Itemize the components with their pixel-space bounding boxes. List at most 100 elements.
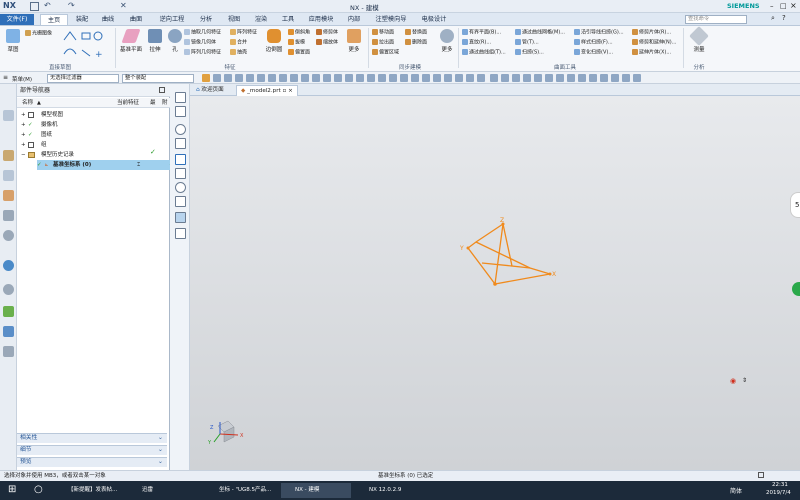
sketch-button[interactable]: 草图: [2, 29, 24, 53]
datum-csys-graphic[interactable]: X Z Y X Z Y: [190, 96, 800, 470]
maximize-panel-icon[interactable]: [159, 87, 165, 93]
tree-row-model-history[interactable]: − 模型历史记录: [17, 150, 170, 160]
clock-icon[interactable]: [3, 284, 14, 295]
through-curves-button[interactable]: 通过曲线组(T)...: [462, 49, 506, 57]
select-tool-icon[interactable]: [213, 74, 221, 82]
section-preview[interactable]: 预览 ⌄: [17, 457, 167, 467]
view-tool-icon[interactable]: [611, 74, 619, 82]
tab-surface[interactable]: 曲面: [124, 14, 148, 25]
extrude-button[interactable]: 拉伸: [144, 29, 166, 53]
expand-icon[interactable]: +: [21, 140, 26, 150]
tab-applications[interactable]: 应用模块: [304, 14, 338, 25]
search-taskbar-icon[interactable]: ○: [34, 484, 43, 495]
windows-start-icon[interactable]: ⊞: [8, 484, 16, 495]
select-tool-icon[interactable]: [268, 74, 276, 82]
select-tool-icon[interactable]: [378, 74, 386, 82]
undo-icon[interactable]: ↶: [44, 1, 51, 10]
select-tool-icon[interactable]: [466, 74, 474, 82]
sketch-curve-tools[interactable]: +: [62, 30, 108, 60]
graphics-window[interactable]: X Z Y X Z Y ◉ ⇕ 5: [190, 96, 800, 470]
floating-assistant-icon[interactable]: [792, 282, 800, 296]
assembly-navigator-icon[interactable]: [3, 110, 14, 121]
type-filter-select[interactable]: 无选择过滤器: [47, 74, 119, 83]
hide-icon[interactable]: [175, 106, 186, 117]
view-tool-icon[interactable]: [490, 74, 498, 82]
tree-row-cameras[interactable]: + ✓ 摄像机: [17, 120, 170, 130]
expand-icon[interactable]: +: [21, 120, 26, 130]
tab-electrode-design[interactable]: 电极设计: [418, 14, 450, 25]
extend-sheet-button[interactable]: 延伸片体(X)...: [632, 49, 671, 57]
tab-view[interactable]: 视图: [223, 14, 245, 25]
select-tool-icon[interactable]: [411, 74, 419, 82]
search-icon[interactable]: ⌕: [771, 14, 775, 23]
taskbar-item-nx-modeling[interactable]: NX - 建模: [281, 483, 351, 498]
close-tab-icon[interactable]: ×: [288, 88, 293, 94]
taskbar-item-forum[interactable]: 【新提醒】发表帖...: [54, 483, 124, 498]
select-tool-icon[interactable]: [389, 74, 397, 82]
save-icon[interactable]: [30, 2, 39, 11]
sweep-along-guide-button[interactable]: 沿引导线扫掠(G)...: [574, 29, 624, 37]
side-badge[interactable]: 5: [790, 192, 800, 218]
feature-more-button[interactable]: 更多: [343, 29, 365, 53]
pattern-geometry-button[interactable]: 阵列几何特征: [184, 49, 221, 57]
view-tool-icon[interactable]: [589, 74, 597, 82]
replace-face-button[interactable]: 替换面: [405, 29, 427, 37]
tree-row-groups[interactable]: + 组: [17, 140, 170, 150]
tab-welcome-page[interactable]: ⌂ 欢迎页面: [192, 85, 228, 96]
visibility-icon[interactable]: [175, 182, 186, 193]
select-tool-icon[interactable]: [246, 74, 254, 82]
view-tool-icon[interactable]: [556, 74, 564, 82]
offset-region-button[interactable]: 偏置区域: [372, 49, 399, 57]
trim-sheet-button[interactable]: 修剪片体(R)...: [632, 29, 671, 37]
window-close-button[interactable]: ×: [790, 1, 797, 10]
select-tool-icon[interactable]: [477, 74, 485, 82]
tab-render[interactable]: 渲染: [250, 14, 272, 25]
pattern-feature-button[interactable]: 阵列特征: [230, 29, 257, 37]
section-details[interactable]: 细节 ⌄: [17, 445, 167, 455]
tab-curve[interactable]: 曲线: [96, 14, 120, 25]
select-tool-icon[interactable]: [334, 74, 342, 82]
select-tool-icon[interactable]: [367, 74, 375, 82]
shaded-icon[interactable]: [175, 212, 186, 223]
taskbar-item-nx-version[interactable]: NX 12.0.2.9: [355, 483, 429, 498]
trim-body-button[interactable]: 修剪体: [316, 29, 338, 37]
pull-face-button[interactable]: 拉出面: [372, 39, 394, 47]
select-tool-icon[interactable]: [301, 74, 309, 82]
system-scenes-icon[interactable]: [3, 326, 14, 337]
layer-icon[interactable]: [175, 196, 186, 207]
delete-face-button[interactable]: 删除面: [405, 39, 427, 47]
help-icon[interactable]: ?: [782, 14, 786, 22]
view-tool-icon[interactable]: [567, 74, 575, 82]
eye-icon[interactable]: [175, 124, 186, 135]
expand-icon[interactable]: +: [21, 110, 26, 120]
rectangle-icon[interactable]: [175, 154, 186, 165]
draft-button[interactable]: 拔模: [288, 39, 305, 47]
render-style-icon[interactable]: ◉: [730, 377, 736, 385]
show-hide-icon[interactable]: [175, 92, 186, 103]
tab-internal[interactable]: 内部: [343, 14, 365, 25]
unite-button[interactable]: 合并: [230, 39, 247, 47]
selection-scope-select[interactable]: 整个装配: [122, 74, 194, 83]
styled-sweep-button[interactable]: 样式扫掠(F)...: [574, 39, 613, 47]
view-tool-icon[interactable]: [523, 74, 531, 82]
minimize-button[interactable]: –: [770, 2, 774, 10]
select-tool-icon[interactable]: [444, 74, 452, 82]
select-tool-icon[interactable]: [422, 74, 430, 82]
delete-icon[interactable]: [175, 138, 186, 149]
variational-sweep-button[interactable]: 变化扫掠(V)...: [574, 49, 613, 57]
select-tool-icon[interactable]: [235, 74, 243, 82]
select-tool-icon[interactable]: [356, 74, 364, 82]
close-icon[interactable]: ✕: [120, 1, 127, 10]
sync-more-button[interactable]: 更多: [436, 29, 458, 53]
view-tool-icon[interactable]: [512, 74, 520, 82]
trim-extend-button[interactable]: 修剪和延伸(N)...: [632, 39, 676, 47]
menu-button[interactable]: 菜单(M): [12, 75, 32, 83]
tree-row-model-views[interactable]: + 模型视图: [17, 110, 170, 120]
chevron-updown-icon[interactable]: ⇕: [742, 377, 747, 384]
menu-icon[interactable]: ≡: [3, 74, 8, 81]
tab-reverse-engineering[interactable]: 逆向工程: [155, 14, 189, 25]
datum-plane-button[interactable]: 基准平面: [120, 29, 142, 53]
swept-button[interactable]: 扫掠(S)...: [515, 49, 544, 57]
globe-icon[interactable]: [3, 260, 14, 271]
checkbox-icon[interactable]: [28, 142, 34, 148]
